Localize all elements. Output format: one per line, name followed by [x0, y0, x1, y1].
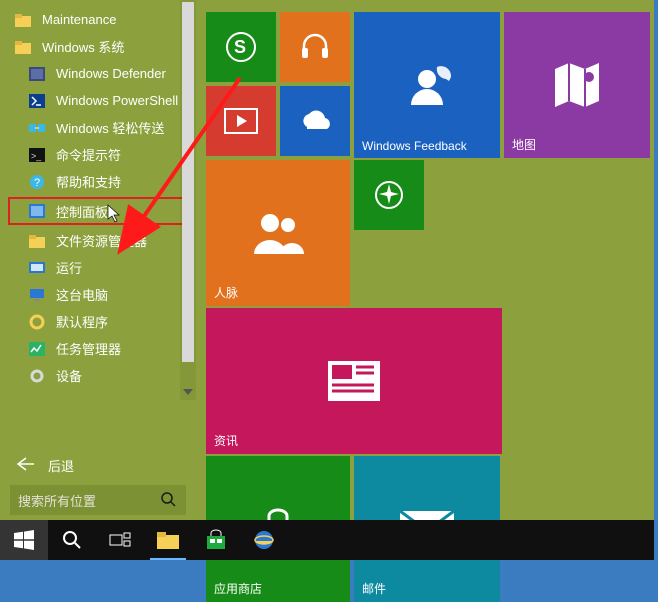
item-windows-defender[interactable]: Windows Defender — [0, 60, 196, 87]
help-tips-icon — [374, 180, 404, 210]
item-control-panel[interactable]: 控制面板 — [8, 197, 186, 225]
folder-maintenance[interactable]: Maintenance — [0, 6, 196, 33]
item-label: 帮助和支持 — [56, 172, 121, 191]
item-powershell[interactable]: Windows PowerShell — [0, 87, 196, 114]
tile-onedrive[interactable] — [280, 86, 350, 156]
item-label: 默认程序 — [56, 312, 108, 331]
default-programs-icon — [28, 313, 46, 331]
svg-text:S: S — [234, 37, 246, 57]
item-label: Windows Defender — [56, 66, 166, 81]
explorer-icon — [157, 531, 179, 549]
folder-windows-system[interactable]: Windows 系统 — [0, 33, 196, 60]
search-button[interactable] — [152, 485, 186, 515]
video-icon — [224, 108, 258, 134]
taskbar-search-button[interactable] — [48, 520, 96, 560]
back-arrow-icon — [18, 458, 34, 473]
cmd-icon: >_ — [28, 146, 46, 164]
item-file-explorer[interactable]: 文件资源管理器 — [0, 227, 196, 254]
item-label: Windows PowerShell — [56, 93, 178, 108]
tile-music[interactable] — [280, 12, 350, 82]
tile-skype[interactable]: S — [206, 12, 276, 82]
tile-map[interactable]: 地图 — [504, 12, 650, 158]
start-left-column: Maintenance Windows 系统 Windows Defender … — [0, 0, 196, 520]
taskview-icon — [109, 531, 131, 549]
item-this-pc[interactable]: 这台电脑 — [0, 281, 196, 308]
item-label: 设备 — [56, 366, 82, 385]
svg-text:>_: >_ — [31, 151, 42, 161]
search-input[interactable]: 搜索所有位置 — [10, 485, 152, 515]
defender-icon — [28, 65, 46, 83]
people-icon — [250, 208, 306, 258]
item-devices[interactable]: 设备 — [0, 362, 196, 389]
cursor-icon — [108, 205, 122, 226]
search-icon — [62, 530, 82, 550]
cloud-icon — [297, 109, 333, 133]
taskbar-store[interactable] — [192, 520, 240, 560]
taskbar — [0, 520, 654, 560]
item-easy-transfer[interactable]: Windows 轻松传送 — [0, 114, 196, 141]
tile-video[interactable] — [206, 86, 276, 156]
tile-help[interactable] — [354, 160, 424, 230]
tile-caption: 资讯 — [214, 432, 238, 449]
tile-caption: 人脉 — [214, 284, 238, 301]
transfer-icon — [28, 119, 46, 137]
back-label: 后退 — [48, 456, 74, 475]
taskbar-ie[interactable] — [240, 520, 288, 560]
folder-label: Windows 系统 — [42, 37, 124, 56]
ie-icon — [253, 529, 275, 551]
search-placeholder: 搜索所有位置 — [18, 491, 96, 510]
feedback-icon — [403, 61, 451, 109]
help-icon: ? — [28, 173, 46, 191]
taskbar-explorer[interactable] — [144, 520, 192, 560]
taskmgr-icon — [28, 340, 46, 358]
item-label: 命令提示符 — [56, 145, 121, 164]
folder-icon — [14, 11, 32, 29]
store-icon — [205, 529, 227, 551]
gear-icon — [28, 367, 46, 385]
scrollbar[interactable] — [180, 0, 196, 400]
headphones-icon — [298, 30, 332, 64]
search-icon — [161, 492, 177, 508]
news-icon — [324, 357, 384, 405]
map-icon — [549, 57, 605, 113]
item-label: Windows 轻松传送 — [56, 118, 164, 137]
item-label: 运行 — [56, 258, 82, 277]
item-help[interactable]: ? 帮助和支持 — [0, 168, 196, 195]
pc-icon — [28, 286, 46, 304]
item-label: 任务管理器 — [56, 339, 121, 358]
item-task-manager[interactable]: 任务管理器 — [0, 335, 196, 362]
folder-label: Maintenance — [42, 12, 116, 27]
item-default-programs[interactable]: 默认程序 — [0, 308, 196, 335]
scrollbar-thumb[interactable] — [182, 2, 194, 362]
powershell-icon — [28, 92, 46, 110]
tile-caption: 邮件 — [362, 580, 386, 597]
tile-caption: 地图 — [512, 136, 536, 153]
explorer-icon — [28, 232, 46, 250]
item-label: 这台电脑 — [56, 285, 108, 304]
item-run[interactable]: 运行 — [0, 254, 196, 281]
tiles-grid: S Windows Feedback 地图 人脉 — [196, 0, 654, 520]
tile-news[interactable]: 资讯 — [206, 308, 502, 454]
windows-icon — [14, 530, 34, 550]
tile-feedback[interactable]: Windows Feedback — [354, 12, 500, 158]
scroll-down-icon[interactable] — [180, 384, 196, 400]
item-label: 控制面板 — [56, 202, 108, 221]
item-cmd[interactable]: >_ 命令提示符 — [0, 141, 196, 168]
back-button[interactable]: 后退 — [0, 448, 196, 482]
tile-caption: Windows Feedback — [362, 139, 467, 153]
folder-icon — [14, 38, 32, 56]
taskbar-taskview-button[interactable] — [96, 520, 144, 560]
apps-list: Maintenance Windows 系统 Windows Defender … — [0, 6, 196, 448]
control-panel-icon — [28, 202, 46, 220]
item-label: 文件资源管理器 — [56, 231, 147, 250]
skype-icon: S — [224, 30, 258, 64]
tile-people[interactable]: 人脉 — [206, 160, 350, 306]
run-icon — [28, 259, 46, 277]
taskbar-start-button[interactable] — [0, 520, 48, 560]
tile-caption: 应用商店 — [214, 580, 262, 597]
svg-text:?: ? — [34, 177, 40, 189]
